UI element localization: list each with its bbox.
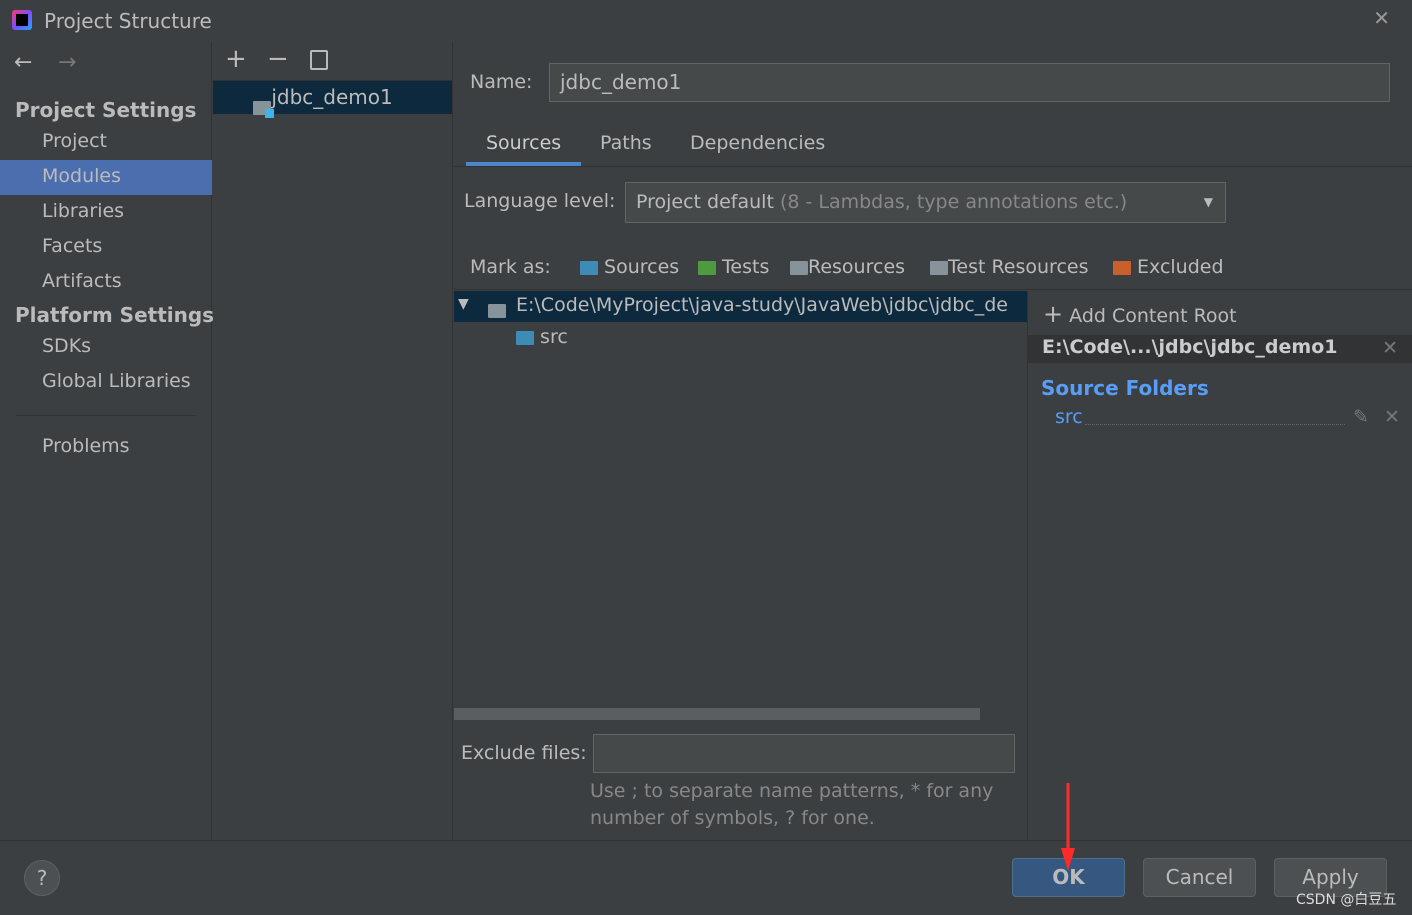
mark-test-resources-button[interactable]: Test Resources (930, 256, 1089, 278)
sidebar-item-facets[interactable]: Facets (0, 230, 212, 265)
mark-resources-button[interactable]: Resources (790, 256, 905, 278)
mark-label: Test Resources (948, 256, 1089, 278)
expand-arrow-icon[interactable]: ▼ (458, 296, 469, 312)
close-icon[interactable]: ✕ (1373, 6, 1390, 30)
back-icon[interactable]: ← (14, 50, 32, 75)
divider (0, 840, 1412, 841)
section-project-settings: Project Settings (15, 98, 197, 122)
name-label: Name: (470, 71, 533, 93)
sidebar-item-problems[interactable]: Problems (0, 430, 212, 465)
tree-item-label: src (540, 326, 568, 348)
content-root-row[interactable]: E:\Code\...\jdbc\jdbc_demo1 ✕ (1028, 335, 1412, 363)
sidebar-item-sdks[interactable]: SDKs (0, 330, 212, 365)
sidebar-item-artifacts[interactable]: Artifacts (0, 265, 212, 300)
mark-label: Sources (604, 256, 680, 278)
exclude-files-input[interactable] (593, 734, 1015, 773)
exclude-hint-line2: number of symbols, ? for one. (590, 807, 875, 829)
source-folder-icon (516, 330, 534, 345)
plus-icon: + (1043, 300, 1064, 328)
exclude-hint-line1: Use ; to separate name patterns, * for a… (590, 780, 994, 802)
excluded-folder-icon (1113, 260, 1131, 275)
tab-dependencies[interactable]: Dependencies (690, 132, 825, 154)
mark-as-label: Mark as: (470, 256, 551, 278)
cancel-button[interactable]: Cancel (1143, 858, 1256, 897)
mark-sources-button[interactable]: Sources (580, 256, 679, 278)
tab-sources[interactable]: Sources (486, 132, 561, 154)
language-level-dropdown[interactable]: Project default (8 - Lambdas, type annot… (625, 182, 1226, 223)
tree-item-src[interactable]: src (516, 326, 568, 348)
copy-icon[interactable] (310, 50, 328, 70)
add-module-button[interactable]: + (225, 44, 247, 74)
add-content-root-button[interactable]: + Add Content Root (1043, 300, 1237, 328)
chevron-down-icon: ▼ (1203, 195, 1213, 209)
content-root-panel (1027, 291, 1412, 840)
sidebar-item-modules[interactable]: Modules (0, 160, 212, 195)
source-folders-heading: Source Folders (1041, 376, 1209, 400)
mark-label: Excluded (1137, 256, 1224, 278)
sidebar-item-libraries[interactable]: Libraries (0, 195, 212, 230)
test-resources-folder-icon (930, 260, 948, 275)
forward-icon[interactable]: → (58, 50, 76, 75)
folder-icon (488, 303, 506, 318)
language-hint: (8 - Lambdas, type annotations etc.) (779, 191, 1128, 213)
module-item-jdbc-demo1[interactable]: jdbc_demo1 (213, 81, 452, 118)
divider (16, 415, 196, 416)
sidebar-item-project[interactable]: Project (0, 125, 212, 160)
language-level-label: Language level: (464, 190, 616, 212)
app-logo-icon (12, 10, 32, 30)
window-title: Project Structure (44, 9, 212, 33)
sources-folder-icon (580, 260, 598, 275)
divider (454, 166, 1412, 167)
tree-root-row[interactable]: ▼ E:\Code\MyProject\java-study\JavaWeb\j… (454, 291, 1027, 322)
divider (454, 289, 1412, 290)
exclude-files-label: Exclude files: (461, 742, 587, 764)
remove-root-icon[interactable]: ✕ (1382, 337, 1398, 359)
name-input[interactable]: jdbc_demo1 (549, 63, 1390, 102)
sidebar-item-global-libraries[interactable]: Global Libraries (0, 365, 212, 400)
mark-tests-button[interactable]: Tests (698, 256, 769, 278)
dotted-leader (1085, 424, 1345, 425)
module-name: jdbc_demo1 (271, 85, 393, 109)
module-list (213, 42, 453, 840)
section-platform-settings: Platform Settings (15, 303, 215, 327)
remove-module-button[interactable]: − (267, 44, 289, 74)
mark-label: Tests (722, 256, 770, 278)
red-arrow-annotation (1061, 783, 1075, 871)
source-folder-item[interactable]: src (1055, 406, 1083, 428)
tests-folder-icon (698, 260, 716, 275)
tab-paths[interactable]: Paths (600, 132, 652, 154)
language-value: Project default (636, 191, 774, 213)
watermark: CSDN @白豆五 (1296, 892, 1397, 908)
add-content-root-label: Add Content Root (1069, 305, 1237, 327)
module-folder-icon (253, 100, 274, 118)
resources-folder-icon (790, 260, 808, 275)
edit-pencil-icon[interactable]: ✎ (1353, 406, 1369, 428)
content-root-path: E:\Code\...\jdbc\jdbc_demo1 (1042, 336, 1338, 358)
mark-excluded-button[interactable]: Excluded (1113, 256, 1224, 278)
remove-source-icon[interactable]: ✕ (1384, 406, 1400, 428)
help-button[interactable]: ? (24, 860, 60, 896)
horizontal-scrollbar[interactable] (454, 708, 980, 720)
mark-label: Resources (808, 256, 906, 278)
tree-root-path: E:\Code\MyProject\java-study\JavaWeb\jdb… (516, 294, 1008, 316)
